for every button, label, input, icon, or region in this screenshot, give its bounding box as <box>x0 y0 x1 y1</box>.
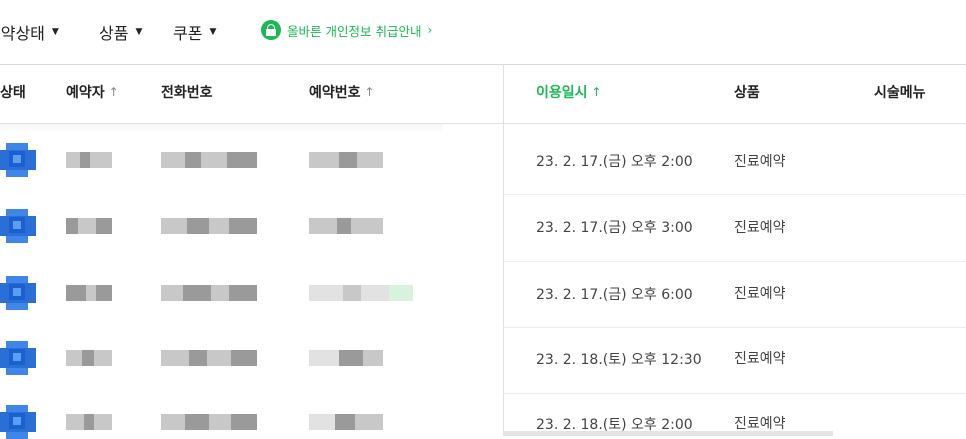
use-datetime-cell: 23. 2. 18.(토) 오후 12:30 <box>536 352 702 368</box>
status-icon <box>0 209 36 243</box>
booker-name-redacted <box>66 152 112 168</box>
reservation-number-redacted <box>309 414 383 430</box>
column-header-label: 이용일시 <box>536 85 588 101</box>
column-header-label: 시술메뉴 <box>874 85 926 101</box>
column-header-label: 예약번호 <box>309 85 361 101</box>
reservation-number-redacted <box>309 152 383 168</box>
column-header-label: 상태 <box>0 85 26 101</box>
sort-arrow-icon: ↑ <box>591 85 602 99</box>
status-icon <box>0 341 36 375</box>
column-header-status: 상태 <box>0 82 26 102</box>
product-cell: 진료예약 <box>734 220 786 236</box>
product-cell: 진료예약 <box>734 351 786 367</box>
reservation-number-redacted <box>309 350 383 366</box>
product-cell: 진료예약 <box>734 154 786 170</box>
product-cell: 진료예약 <box>734 416 786 432</box>
privacy-notice-label: 올바른 개인정보 취급안내 <box>287 23 422 39</box>
column-header-booker[interactable]: 예약자 ↑ <box>66 82 119 102</box>
phone-number-redacted <box>161 285 257 301</box>
booker-name-redacted <box>66 285 112 301</box>
lock-icon <box>261 20 281 40</box>
frozen-column-divider <box>503 64 504 436</box>
use-datetime-cell: 23. 2. 17.(금) 오후 6:00 <box>536 287 693 303</box>
product-filter-dropdown[interactable]: 상품 ▼ <box>99 20 142 44</box>
column-header-phone: 전화번호 <box>161 82 213 102</box>
product-filter-label: 상품 <box>99 24 129 43</box>
row-divider <box>503 327 966 328</box>
status-filter-label: 예약상태 <box>0 24 45 43</box>
status-icon <box>0 143 36 177</box>
row-divider <box>503 393 966 394</box>
booker-name-redacted <box>66 218 112 234</box>
booker-name-redacted <box>66 414 112 430</box>
use-datetime-cell: 23. 2. 17.(금) 오후 3:00 <box>536 220 693 236</box>
caret-down-icon: ▼ <box>51 27 59 37</box>
filter-toolbar: 예약상태 ▼ 상품 ▼ 쿠폰 ▼ 올바른 개인정보 취급안내 › <box>0 0 966 65</box>
phone-number-redacted <box>161 218 257 234</box>
privacy-notice-link[interactable]: 올바른 개인정보 취급안내 › <box>261 20 432 40</box>
sort-arrow-icon: ↑ <box>364 85 375 99</box>
phone-number-redacted <box>161 350 257 366</box>
phone-number-redacted <box>161 152 257 168</box>
coupon-filter-label: 쿠폰 <box>173 24 203 43</box>
use-datetime-cell: 23. 2. 17.(금) 오후 2:00 <box>536 154 693 170</box>
chevron-right-icon: › <box>427 23 433 37</box>
status-filter-dropdown[interactable]: 예약상태 ▼ <box>0 20 59 44</box>
product-cell: 진료예약 <box>734 286 786 302</box>
column-header-label: 상품 <box>734 85 760 101</box>
use-datetime-cell: 23. 2. 18.(토) 오후 2:00 <box>536 417 693 433</box>
row-divider <box>503 194 966 195</box>
status-icon <box>0 405 36 439</box>
column-header-reservation-no[interactable]: 예약번호 ↑ <box>309 82 375 102</box>
caret-down-icon: ▼ <box>135 27 143 37</box>
row-divider <box>503 261 966 262</box>
phone-number-redacted <box>161 414 257 430</box>
column-header-treatment-menu: 시술메뉴 <box>874 82 926 102</box>
caret-down-icon: ▼ <box>209 27 217 37</box>
sort-arrow-icon: ↑ <box>108 85 119 99</box>
booker-name-redacted <box>66 350 112 366</box>
column-header-use-datetime[interactable]: 이용일시 ↑ <box>536 82 602 102</box>
reservation-number-redacted <box>309 218 383 234</box>
status-icon <box>0 276 36 310</box>
column-header-product: 상품 <box>734 82 760 102</box>
column-header-label: 예약자 <box>66 85 105 101</box>
reservation-number-redacted <box>309 285 413 301</box>
coupon-filter-dropdown[interactable]: 쿠폰 ▼ <box>173 20 216 44</box>
frozen-columns-panel <box>0 124 443 436</box>
column-header-label: 전화번호 <box>161 85 213 101</box>
